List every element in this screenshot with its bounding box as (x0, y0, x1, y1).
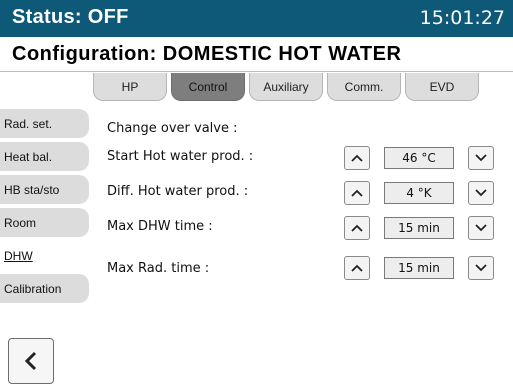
start-hot-water-label: Start Hot water prod. : (107, 149, 254, 164)
max-rad-time-label: Max Rad. time : (107, 261, 210, 276)
change-over-valve-label: Change over valve : (107, 121, 238, 136)
start-hot-water-up-button[interactable] (344, 146, 370, 170)
back-button[interactable] (8, 338, 54, 384)
sidebar-item-label: Calibration (4, 281, 62, 296)
chevron-up-icon (351, 154, 363, 162)
diff-hot-water-up-button[interactable] (344, 181, 370, 205)
sidebar-item-label: DHW (4, 248, 33, 263)
sidebar-item-label: Rad. set. (4, 116, 53, 131)
chevron-down-icon (475, 154, 487, 162)
sidebar-item-label: Room (4, 215, 37, 230)
status-bar: Status: OFF 15:01:27 (0, 0, 513, 37)
status-label: Status: OFF (12, 6, 129, 28)
chevron-left-icon (24, 351, 37, 371)
sidebar-item-label: Heat bal. (4, 149, 53, 164)
diff-hot-water-value: 4 °K (384, 182, 454, 204)
tab-hp[interactable]: HP (93, 73, 167, 101)
max-dhw-time-label: Max DHW time : (107, 219, 213, 234)
chevron-up-icon (351, 264, 363, 272)
chevron-down-icon (475, 189, 487, 197)
start-hot-water-down-button[interactable] (468, 146, 494, 170)
sidebar-item-rad-set[interactable]: Rad. set. (0, 109, 89, 138)
sidebar-item-room[interactable]: Room (0, 208, 89, 237)
chevron-down-icon (475, 224, 487, 232)
diff-hot-water-down-button[interactable] (468, 181, 494, 205)
sidebar-item-calibration[interactable]: Calibration (0, 274, 89, 303)
tab-comm[interactable]: Comm. (327, 73, 401, 101)
sidebar-item-dhw[interactable]: DHW (0, 241, 89, 270)
tab-bar: HP Control Auxiliary Comm. EVD (93, 73, 483, 101)
sidebar-item-hb-sta-sto[interactable]: HB sta/sto (0, 175, 89, 204)
tab-control[interactable]: Control (171, 73, 245, 101)
chevron-down-icon (475, 264, 487, 272)
max-rad-time-value: 15 min (384, 257, 454, 279)
sidebar-item-heat-bal[interactable]: Heat bal. (0, 142, 89, 171)
tab-evd[interactable]: EVD (405, 73, 479, 101)
clock: 15:01:27 (419, 7, 505, 29)
diff-hot-water-label: Diff. Hot water prod. : (107, 184, 249, 199)
page-title: Configuration: DOMESTIC HOT WATER (0, 37, 513, 72)
chevron-up-icon (351, 189, 363, 197)
max-dhw-time-value: 15 min (384, 217, 454, 239)
max-dhw-time-up-button[interactable] (344, 216, 370, 240)
max-rad-time-down-button[interactable] (468, 256, 494, 280)
start-hot-water-value: 46 °C (384, 147, 454, 169)
max-dhw-time-down-button[interactable] (468, 216, 494, 240)
sidebar: Rad. set. Heat bal. HB sta/sto Room DHW … (0, 109, 90, 307)
sidebar-item-label: HB sta/sto (4, 182, 60, 197)
chevron-up-icon (351, 224, 363, 232)
max-rad-time-up-button[interactable] (344, 256, 370, 280)
tab-auxiliary[interactable]: Auxiliary (249, 73, 323, 101)
